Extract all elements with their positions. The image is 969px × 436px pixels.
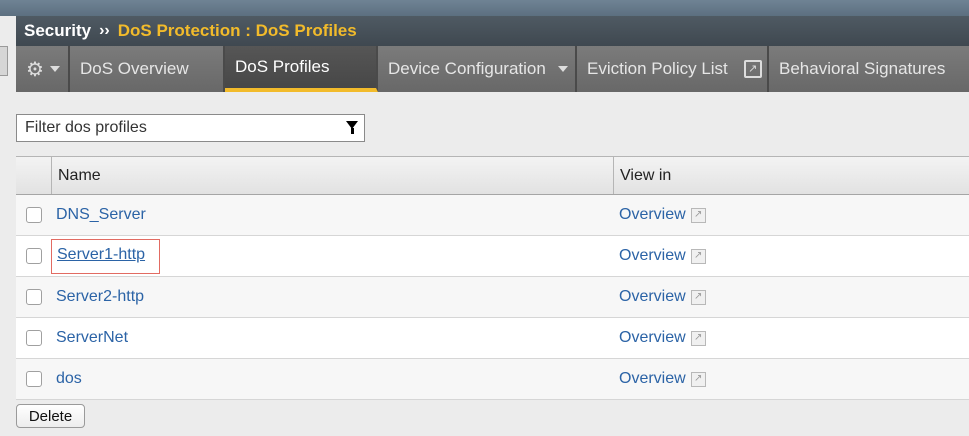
gear-icon: ⚙ xyxy=(26,58,44,81)
profile-name-link[interactable]: dos xyxy=(56,370,82,387)
tab-label: DoS Overview xyxy=(80,59,189,78)
external-link-icon: ↗ xyxy=(743,60,762,78)
overview-link[interactable]: Overview xyxy=(619,370,686,388)
chevron-down-icon xyxy=(49,66,60,72)
table-row: dos Overview ↗ xyxy=(16,359,969,400)
external-link-icon[interactable]: ↗ xyxy=(690,330,706,346)
external-link-icon[interactable]: ↗ xyxy=(690,248,706,264)
overview-link[interactable]: Overview xyxy=(619,247,686,265)
table-row: DNS_Server Overview ↗ xyxy=(16,195,969,236)
select-all-column xyxy=(16,157,52,194)
gear-menu-button[interactable]: ⚙ xyxy=(16,46,70,92)
breadcrumb: Security ›› DoS Protection : DoS Profile… xyxy=(16,16,969,46)
row-checkbox[interactable] xyxy=(25,330,42,346)
table-row: Server1-http Overview ↗ xyxy=(16,236,969,277)
table-row: ServerNet Overview ↗ xyxy=(16,318,969,359)
table-row: Server2-http Overview ↗ xyxy=(16,277,969,318)
profile-name-link[interactable]: Server1-http xyxy=(57,246,145,263)
external-link-icon[interactable]: ↗ xyxy=(690,289,706,305)
profiles-table: Name View in DNS_Server Overview ↗ Server… xyxy=(16,156,969,400)
tab-eviction-policy-list[interactable]: Eviction Policy List ↗ xyxy=(577,46,769,92)
tab-behavioral-signatures[interactable]: Behavioral Signatures xyxy=(769,46,969,92)
tab-dos-overview[interactable]: DoS Overview xyxy=(70,46,225,92)
tab-label: Device Configuration xyxy=(388,59,546,78)
profile-name-link[interactable]: ServerNet xyxy=(56,329,128,346)
profile-name-link[interactable]: Server2-http xyxy=(56,288,144,305)
filter-icon-stem xyxy=(351,128,354,134)
window-top-strip xyxy=(0,0,969,16)
column-header-view-in: View in xyxy=(620,166,672,184)
tab-device-configuration[interactable]: Device Configuration xyxy=(378,46,577,92)
external-link-icon[interactable]: ↗ xyxy=(690,207,706,223)
breadcrumb-separator: ›› xyxy=(99,22,110,39)
overview-link[interactable]: Overview xyxy=(619,329,686,347)
table-body: DNS_Server Overview ↗ Server1-http Overvi… xyxy=(16,195,969,400)
overview-link[interactable]: Overview xyxy=(619,206,686,224)
highlight-box: Server1-http xyxy=(51,238,161,274)
chevron-down-icon xyxy=(557,66,568,72)
filter-input[interactable]: Filter dos profiles xyxy=(16,114,365,142)
row-checkbox[interactable] xyxy=(25,289,42,305)
tab-label: Behavioral Signatures xyxy=(779,59,946,78)
external-link-icon[interactable]: ↗ xyxy=(690,371,706,387)
table-header: Name View in xyxy=(16,157,969,195)
row-checkbox[interactable] xyxy=(25,248,42,264)
tab-label: DoS Profiles xyxy=(235,57,330,76)
overview-link[interactable]: Overview xyxy=(619,288,686,306)
profile-name-link[interactable]: DNS_Server xyxy=(56,206,146,223)
filter-placeholder: Filter dos profiles xyxy=(25,119,147,136)
tab-bar: ⚙ DoS Overview DoS Profiles Device Confi… xyxy=(16,46,969,92)
column-header-name[interactable]: Name xyxy=(52,157,614,194)
breadcrumb-current: DoS Protection : DoS Profiles xyxy=(117,21,357,40)
tab-label: Eviction Policy List xyxy=(587,59,728,78)
sidebar-collapse-handle[interactable] xyxy=(0,46,8,76)
delete-button[interactable]: Delete xyxy=(16,404,85,428)
row-checkbox[interactable] xyxy=(25,371,42,387)
breadcrumb-root[interactable]: Security xyxy=(24,21,91,41)
tab-dos-profiles[interactable]: DoS Profiles xyxy=(225,46,378,92)
row-checkbox[interactable] xyxy=(25,207,42,223)
